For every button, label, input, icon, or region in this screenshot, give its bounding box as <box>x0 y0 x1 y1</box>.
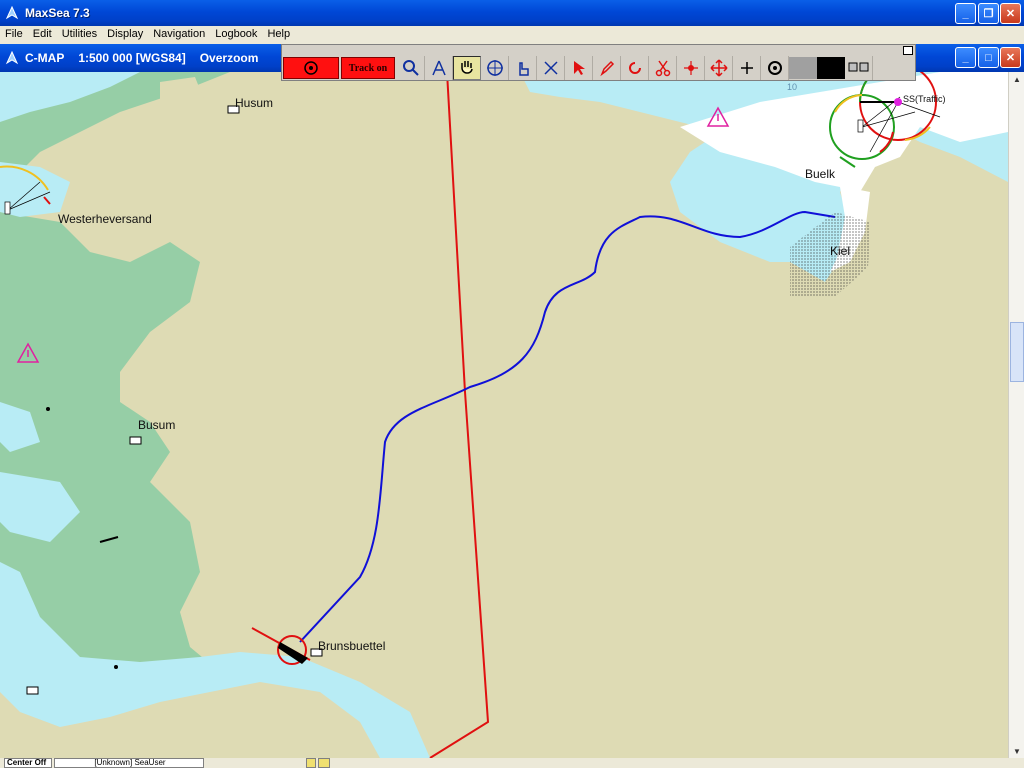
color-swatch-black[interactable] <box>817 57 845 79</box>
chart-source: C-MAP <box>25 51 65 65</box>
pointer-hand-icon <box>518 62 529 76</box>
label-husum: Husum <box>235 96 274 110</box>
chart-close-button[interactable]: ✕ <box>1000 47 1021 68</box>
label-traffic: SS(Traffic) <box>903 94 946 104</box>
track-on-button[interactable]: Track on <box>341 57 395 79</box>
plus-icon <box>740 62 753 74</box>
target-button[interactable] <box>761 56 789 80</box>
menu-utilities[interactable]: Utilities <box>57 28 102 40</box>
spot-marker <box>46 407 50 411</box>
menu-help[interactable]: Help <box>262 28 295 40</box>
scroll-up-arrow-icon[interactable]: ▲ <box>1011 74 1023 84</box>
mob-button[interactable] <box>283 57 339 79</box>
label-buelk: Buelk <box>805 167 836 181</box>
target-icon <box>304 61 318 75</box>
town-marker-west <box>26 686 39 695</box>
center-toggle[interactable]: Center Off <box>4 758 52 768</box>
title-bar: MaxSea 7.3 _ ❐ ✕ <box>0 0 1024 26</box>
label-busum: Busum <box>138 418 176 432</box>
maxsea-app-icon <box>5 6 19 20</box>
pencil-button[interactable] <box>593 56 621 80</box>
rotate-icon <box>628 62 641 74</box>
user-status: [Unknown] SeaUser <box>54 758 204 768</box>
planned-route[interactable] <box>429 72 490 758</box>
waypoint-button[interactable] <box>677 56 705 80</box>
menu-edit[interactable]: Edit <box>28 28 57 40</box>
town-marker-busum <box>129 436 142 445</box>
spot-marker-2 <box>114 665 118 669</box>
status-bar: Center Off [Unknown] SeaUser <box>0 758 1024 768</box>
scissors-icon <box>655 60 670 77</box>
pencil-icon <box>599 60 614 77</box>
chart-scale: 1:500 000 [WGS84] <box>78 51 186 65</box>
plus-button[interactable] <box>733 56 761 80</box>
rotate-button[interactable] <box>621 56 649 80</box>
window-layout-button[interactable] <box>845 56 873 80</box>
monitor-icon <box>848 62 868 72</box>
color-swatch-gray[interactable] <box>789 57 817 79</box>
divider-icon <box>431 60 446 76</box>
arrow-cursor-icon <box>573 61 585 75</box>
chart-maximize-button[interactable]: □ <box>978 47 999 68</box>
waypoint-icon <box>683 61 698 75</box>
chart-canvas[interactable] <box>0 72 1008 758</box>
cross-arrows-icon <box>543 61 558 75</box>
minimize-button[interactable]: _ <box>955 3 976 24</box>
scroll-thumb[interactable] <box>1010 322 1024 382</box>
label-westerheversand: Westerheversand <box>58 212 152 226</box>
chart-window-icon <box>5 51 19 65</box>
vessel-track <box>299 210 836 643</box>
vertical-scrollbar[interactable]: ▲ ▼ <box>1008 72 1024 758</box>
status-indicator-1 <box>306 758 316 768</box>
maxsea-window: MaxSea 7.3 _ ❐ ✕ File Edit Utilities Dis… <box>0 0 1024 768</box>
label-kiel: Kiel <box>830 244 851 258</box>
hand-icon <box>461 61 473 74</box>
zoom-mode: Overzoom <box>199 51 259 65</box>
measure-button[interactable] <box>537 56 565 80</box>
center-button[interactable] <box>481 56 509 80</box>
scissors-button[interactable] <box>649 56 677 80</box>
window-title: MaxSea 7.3 <box>25 6 90 20</box>
pan-button[interactable] <box>453 56 481 80</box>
menu-navigation[interactable]: Navigation <box>148 28 210 40</box>
status-indicator-2 <box>318 758 330 768</box>
arrow-button[interactable] <box>565 56 593 80</box>
scroll-down-arrow-icon[interactable]: ▼ <box>1011 746 1023 756</box>
toolbar-row: Track on <box>283 56 873 80</box>
close-button[interactable]: ✕ <box>1000 3 1021 24</box>
magnifier-icon <box>402 60 419 76</box>
select-hand-button[interactable] <box>509 56 537 80</box>
menu-bar: File Edit Utilities Display Navigation L… <box>0 26 1024 42</box>
compass-button[interactable] <box>425 56 453 80</box>
zoom-button[interactable] <box>397 56 425 80</box>
depth-contour-label: 10 <box>787 82 798 92</box>
toolbar-close-button[interactable] <box>903 46 913 55</box>
menu-file[interactable]: File <box>0 28 28 40</box>
chart-minimize-button[interactable]: _ <box>955 47 976 68</box>
floating-toolbar: Track on <box>281 44 916 81</box>
menu-logbook[interactable]: Logbook <box>210 28 262 40</box>
chart-map[interactable]: Husum Westerheversand Busum Brunsbuettel… <box>0 72 1008 758</box>
move-button[interactable] <box>705 56 733 80</box>
restore-button[interactable]: ❐ <box>978 3 999 24</box>
move-arrows-icon <box>709 59 728 77</box>
crosshair-icon <box>486 60 503 76</box>
bullseye-icon <box>767 61 782 75</box>
label-brunsbuettel: Brunsbuettel <box>318 639 386 653</box>
menu-display[interactable]: Display <box>102 28 148 40</box>
